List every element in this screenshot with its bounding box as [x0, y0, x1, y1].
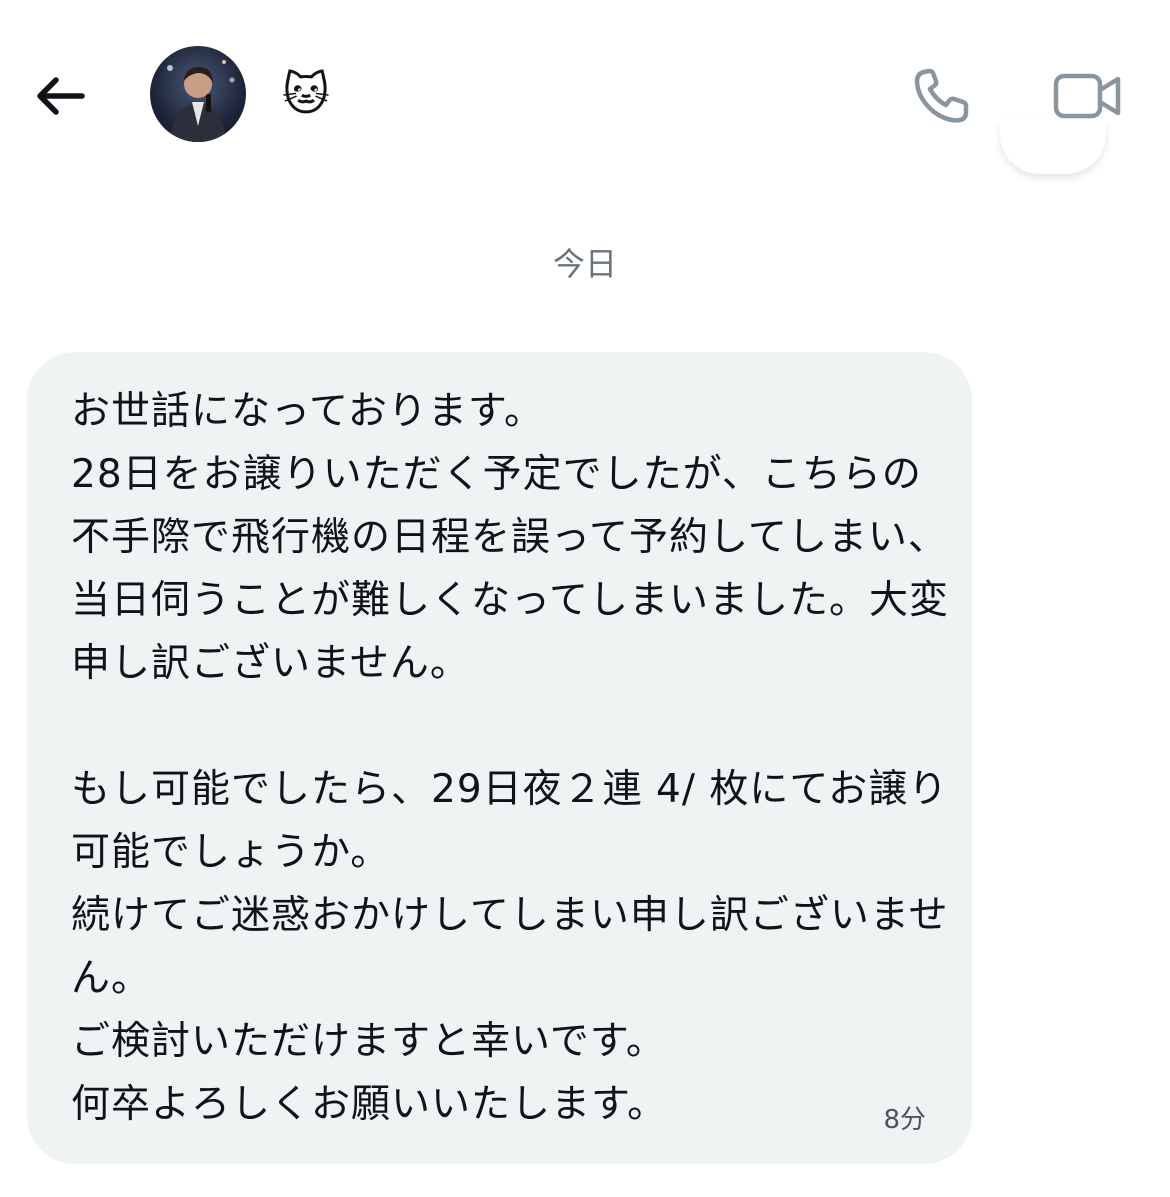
message-text: お世話になっております。 28日をお譲りいただく予定でしたが、こちらの不手際で飛…: [71, 389, 950, 1127]
message-bubble[interactable]: お世話になっております。 28日をお譲りいただく予定でしたが、こちらの不手際で飛…: [27, 352, 972, 1164]
avatar[interactable]: [150, 46, 246, 142]
arrow-left-icon: [37, 77, 85, 115]
date-separator: 今日: [552, 245, 617, 283]
phone-icon: [914, 68, 969, 123]
video-camera-icon: [1053, 73, 1121, 119]
chat-header: 🐱: [0, 0, 1170, 170]
message-timestamp: 8分: [883, 1105, 926, 1135]
previous-message-bubble: [1000, 120, 1106, 174]
contact-name[interactable]: 🐱: [282, 66, 330, 122]
call-button[interactable]: [908, 64, 976, 128]
video-call-button[interactable]: [1050, 68, 1124, 124]
avatar-photo: [167, 60, 235, 142]
back-button[interactable]: [30, 68, 90, 124]
